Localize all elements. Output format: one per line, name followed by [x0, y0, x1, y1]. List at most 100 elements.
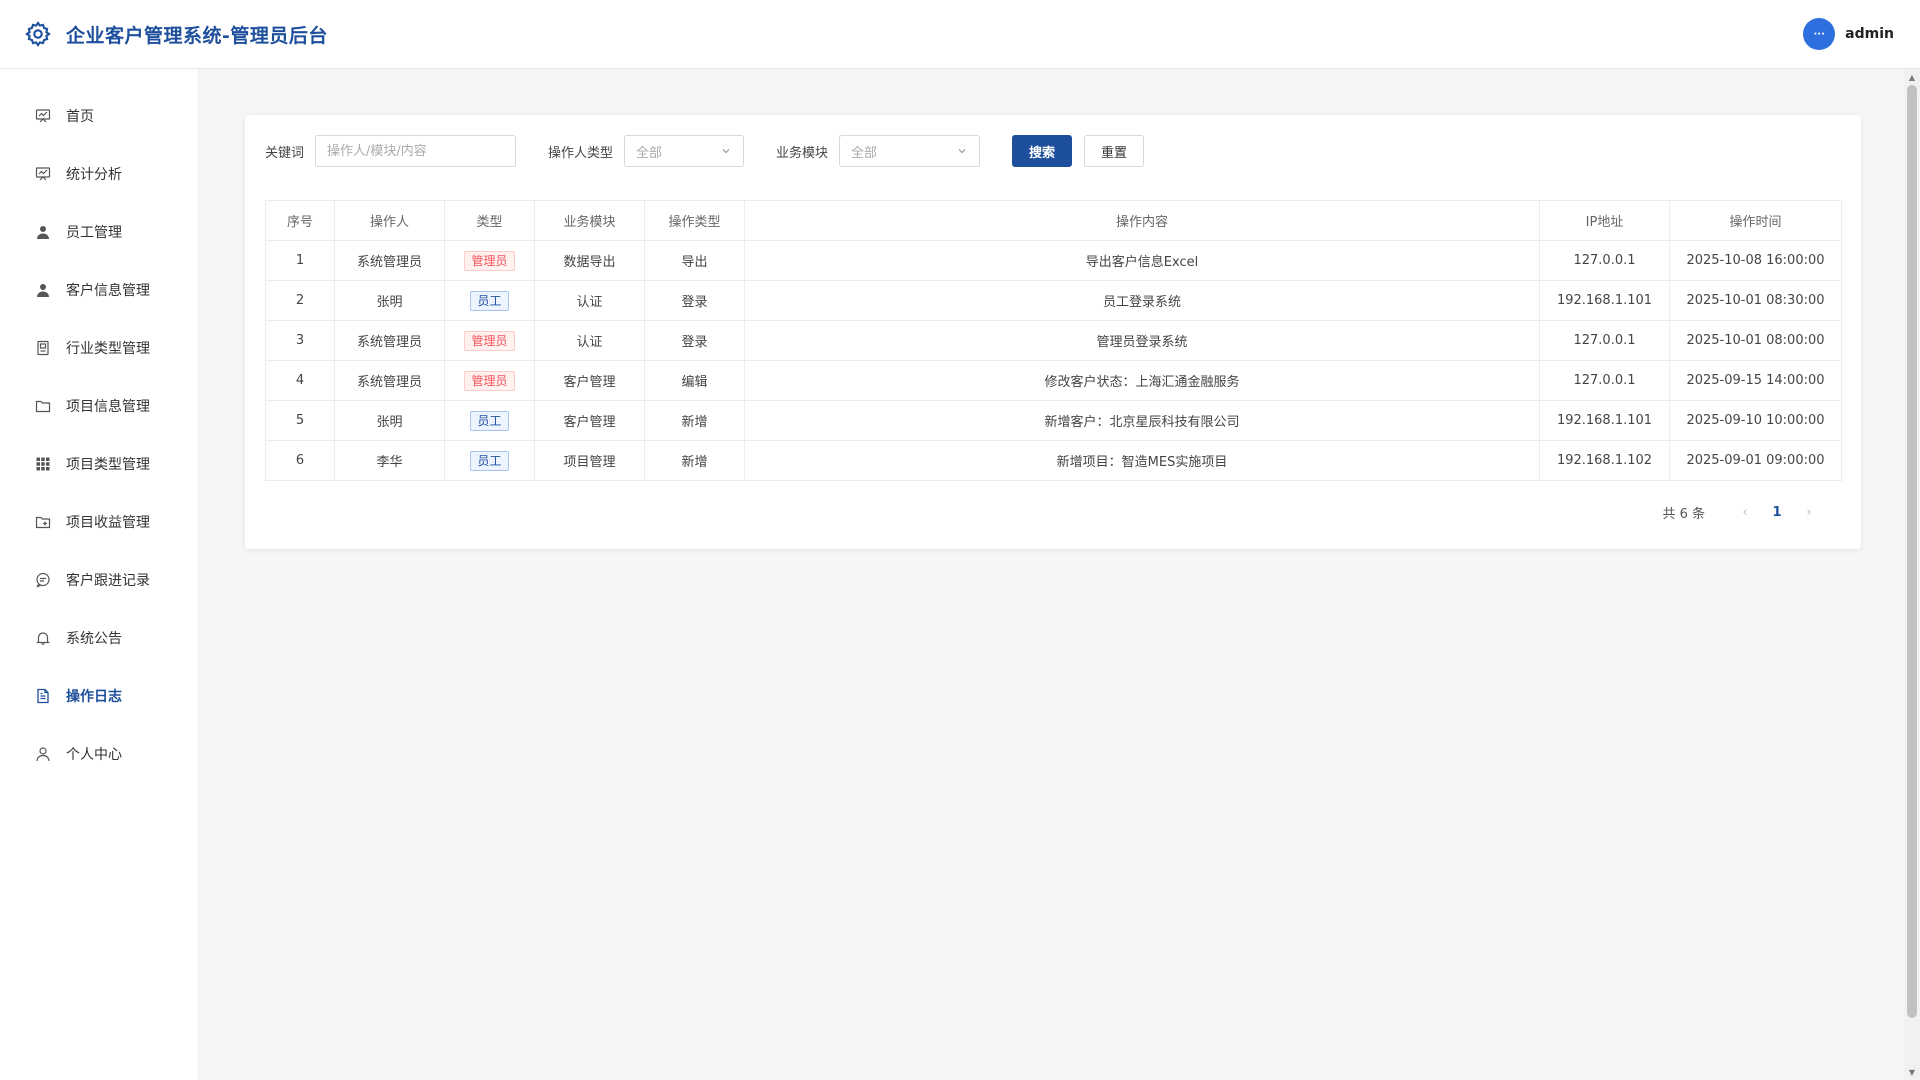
scroll-up-arrow-icon[interactable]: ▲ [1904, 69, 1920, 85]
column-header: 操作内容 [744, 200, 1540, 241]
module-value: 全部 [851, 145, 878, 161]
cell-operator: 李华 [334, 440, 445, 481]
cell-no: 6 [265, 440, 335, 481]
pagination-total: 共 6 条 [1662, 507, 1705, 522]
log-table: 序号 操作人 类型 业务模块 操作类型 操作内容 IP地址 操作时间 1 系统管理员 管理员 数据导… [265, 200, 1842, 481]
sidebar-item-4[interactable]: 客户信息管理 [0, 261, 198, 319]
chat-bubble-icon [34, 571, 52, 589]
username[interactable]: admin [1845, 26, 1894, 42]
cell-type: 员工 [444, 280, 535, 321]
sidebar-item-label: 统计分析 [66, 167, 122, 183]
cell-time: 2025-09-01 09:00:00 [1669, 440, 1842, 481]
sidebar-item-label: 行业类型管理 [66, 341, 150, 357]
document-icon [34, 687, 52, 705]
cell-operator: 张明 [334, 400, 445, 441]
role-tag: 员工 [470, 290, 509, 311]
cell-operator: 系统管理员 [334, 360, 445, 401]
cell-action: 登录 [644, 280, 745, 321]
cell-ip: 192.168.1.101 [1539, 280, 1670, 321]
grid-icon [34, 455, 52, 473]
cell-time: 2025-10-08 16:00:00 [1669, 240, 1842, 281]
cell-ip: 127.0.0.1 [1539, 320, 1670, 361]
cell-type: 管理员 [444, 320, 535, 361]
scrollbar-thumb[interactable] [1907, 85, 1917, 1018]
chevron-right-icon[interactable]: › [1793, 505, 1825, 520]
chevron-left-icon[interactable]: ‹ [1729, 505, 1761, 520]
operator-type-select[interactable]: 全部 [624, 135, 745, 167]
page-scrollbar[interactable]: ▲ ▼ [1904, 69, 1920, 1080]
sidebar-item-1[interactable]: 首页 [0, 87, 198, 145]
cell-no: 3 [265, 320, 335, 361]
top-header: 企业客户管理系统-管理员后台 ··· admin [0, 0, 1920, 69]
table-row: 4 系统管理员 管理员 客户管理 编辑 修改客户状态：上海汇通金融服务 127.0.0.1 2… [265, 360, 1842, 401]
module-select[interactable]: 全部 [839, 135, 981, 167]
cell-content: 导出客户信息Excel [744, 240, 1540, 281]
sidebar-item-12[interactable]: 个人中心 [0, 725, 198, 783]
cell-time: 2025-10-01 08:30:00 [1669, 280, 1842, 321]
module-label: 业务模块 [776, 145, 829, 161]
sidebar-item-label: 客户信息管理 [66, 283, 150, 299]
sidebar-item-7[interactable]: 项目类型管理 [0, 435, 198, 493]
cell-operator: 系统管理员 [334, 320, 445, 361]
column-header: IP地址 [1539, 200, 1670, 241]
cell-ip: 192.168.1.102 [1539, 440, 1670, 481]
cell-action: 编辑 [644, 360, 745, 401]
cell-time: 2025-09-10 10:00:00 [1669, 400, 1842, 441]
cell-action: 登录 [644, 320, 745, 361]
document-box-icon [34, 339, 52, 357]
cell-content: 管理员登录系统 [744, 320, 1540, 361]
cell-type: 管理员 [444, 240, 535, 281]
sidebar-item-5[interactable]: 行业类型管理 [0, 319, 198, 377]
sidebar-item-10[interactable]: 系统公告 [0, 609, 198, 667]
cell-module: 客户管理 [534, 400, 645, 441]
table-row: 3 系统管理员 管理员 认证 登录 管理员登录系统 127.0.0.1 2025-10-01 … [265, 320, 1842, 361]
sidebar-item-label: 系统公告 [66, 631, 122, 647]
chevron-down-icon [956, 145, 968, 157]
cell-no: 4 [265, 360, 335, 401]
user-menu[interactable]: ··· admin [1803, 18, 1894, 50]
search-button[interactable]: 搜索 [1012, 135, 1073, 167]
sidebar-item-label: 客户跟进记录 [66, 573, 150, 589]
cell-no: 1 [265, 240, 335, 281]
sidebar-item-label: 首页 [66, 109, 94, 125]
table-row: 2 张明 员工 认证 登录 员工登录系统 192.168.1.101 2025-10-01 0… [265, 280, 1842, 321]
sidebar-item-9[interactable]: 客户跟进记录 [0, 551, 198, 609]
cell-content: 新增客户：北京星辰科技有限公司 [744, 400, 1540, 441]
cell-module: 认证 [534, 280, 645, 321]
sidebar-item-label: 项目信息管理 [66, 399, 150, 415]
operator-type-value: 全部 [636, 145, 663, 161]
app-title: 企业客户管理系统-管理员后台 [66, 24, 328, 47]
chart-board-icon [34, 165, 52, 183]
sidebar: 首页统计分析员工管理客户信息管理 行业类型管理 项目信息管理项目类型管理 项目收益管理… [0, 69, 199, 1080]
avatar[interactable]: ··· [1803, 18, 1836, 50]
cell-ip: 127.0.0.1 [1539, 360, 1670, 401]
sidebar-item-8[interactable]: 项目收益管理 [0, 493, 198, 551]
column-header: 业务模块 [534, 200, 645, 241]
page-number-current[interactable]: 1 [1761, 505, 1793, 520]
cell-operator: 张明 [334, 280, 445, 321]
sidebar-item-6[interactable]: 项目信息管理 [0, 377, 198, 435]
brand: 企业客户管理系统-管理员后台 [24, 20, 328, 48]
chevron-down-icon [720, 145, 732, 157]
cell-time: 2025-10-01 08:00:00 [1669, 320, 1842, 361]
bell-icon [34, 629, 52, 647]
column-header: 操作类型 [644, 200, 745, 241]
sidebar-item-2[interactable]: 统计分析 [0, 145, 198, 203]
filter-bar: 关键词 操作人类型 全部 业务模块 全部 搜索 重置 [265, 135, 1841, 167]
operator-type-label: 操作人类型 [548, 145, 614, 161]
keyword-input[interactable] [315, 135, 517, 167]
column-header: 操作人 [334, 200, 445, 241]
keyword-label: 关键词 [265, 145, 305, 161]
cell-action: 新增 [644, 440, 745, 481]
scroll-down-arrow-icon[interactable]: ▼ [1904, 1064, 1920, 1080]
sidebar-item-label: 个人中心 [66, 747, 122, 763]
role-tag: 管理员 [464, 330, 515, 351]
cell-type: 员工 [444, 440, 535, 481]
column-header: 操作时间 [1669, 200, 1842, 241]
sidebar-item-11[interactable]: 操作日志 [0, 667, 198, 725]
cell-content: 新增项目：智造MES实施项目 [744, 440, 1540, 481]
sidebar-item-3[interactable]: 员工管理 [0, 203, 198, 261]
gear-icon [24, 20, 52, 48]
chart-board-icon [34, 107, 52, 125]
reset-button[interactable]: 重置 [1084, 135, 1145, 167]
